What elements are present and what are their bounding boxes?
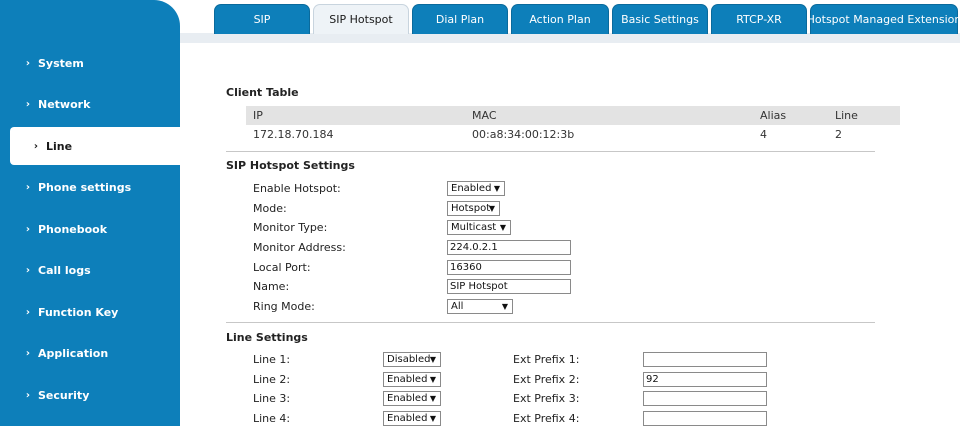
- sidebar-item-phonebook[interactable]: › Phonebook: [0, 210, 180, 248]
- ext-prefix-4-input[interactable]: [643, 411, 767, 426]
- select-value: Enabled: [451, 183, 492, 194]
- sidebar-item-application[interactable]: › Application: [0, 334, 180, 372]
- caret-down-icon: ▼: [499, 223, 506, 232]
- table-cell-mac: 00:a8:34:00:12:3b: [472, 128, 575, 141]
- select-value: Enabled: [387, 374, 428, 385]
- select-value: Multicast: [451, 222, 497, 233]
- enable-hotspot-label: Enable Hotspot:: [253, 182, 341, 195]
- enable-hotspot-select[interactable]: Enabled ▼: [447, 181, 505, 196]
- sidebar-item-label: Call logs: [38, 263, 91, 277]
- line-2-label: Line 2:: [253, 373, 291, 386]
- ext-prefix-1-label: Ext Prefix 1:: [513, 353, 580, 366]
- name-input[interactable]: SIP Hotspot: [447, 279, 571, 294]
- column-header-mac: MAC: [472, 109, 497, 122]
- line-3-select[interactable]: Enabled ▼: [383, 391, 441, 406]
- ext-prefix-3-input[interactable]: [643, 391, 767, 406]
- table-cell-ip: 172.18.70.184: [253, 128, 334, 141]
- select-value: All: [451, 301, 464, 312]
- chevron-right-icon: ›: [33, 140, 38, 152]
- page-root: › System › Network › Line › Phone settin…: [0, 0, 960, 426]
- hotspot-settings-title: SIP Hotspot Settings: [226, 159, 355, 172]
- line-4-select[interactable]: Enabled ▼: [383, 411, 441, 426]
- caret-down-icon: ▼: [488, 204, 495, 213]
- sidebar-item-label: Security: [38, 388, 90, 402]
- chevron-right-icon: ›: [25, 347, 30, 359]
- client-table-title: Client Table: [226, 86, 299, 99]
- sidebar-item-network[interactable]: › Network: [0, 85, 180, 123]
- select-value: Enabled: [387, 413, 428, 424]
- mode-select[interactable]: Hotspot ▼: [447, 201, 500, 216]
- caret-down-icon: ▼: [429, 414, 436, 423]
- chevron-right-icon: ›: [25, 389, 30, 401]
- caret-down-icon: ▼: [501, 302, 508, 311]
- column-header-alias: Alias: [760, 109, 787, 122]
- sidebar-item-label: Line: [46, 139, 73, 153]
- ext-prefix-2-input[interactable]: 92: [643, 372, 767, 387]
- sidebar-item-label: Function Key: [38, 305, 119, 319]
- table-cell-alias: 4: [760, 128, 767, 141]
- sidebar-item-label: Network: [38, 97, 91, 111]
- select-value: Disabled: [387, 354, 431, 365]
- sidebar-item-function-key[interactable]: › Function Key: [0, 293, 180, 331]
- sidebar-item-phone-settings[interactable]: › Phone settings: [0, 168, 180, 206]
- ext-prefix-3-label: Ext Prefix 3:: [513, 392, 580, 405]
- table-header: [246, 106, 900, 125]
- monitor-address-label: Monitor Address:: [253, 241, 346, 254]
- ext-prefix-4-label: Ext Prefix 4:: [513, 412, 580, 425]
- ring-mode-label: Ring Mode:: [253, 300, 315, 313]
- column-header-line: Line: [835, 109, 858, 122]
- line-4-label: Line 4:: [253, 412, 291, 425]
- monitor-type-label: Monitor Type:: [253, 221, 328, 234]
- sidebar-item-label: Phone settings: [38, 180, 132, 194]
- sidebar-item-line[interactable]: › Line: [10, 127, 180, 165]
- caret-down-icon: ▼: [493, 184, 500, 193]
- tab-basic-settings[interactable]: Basic Settings: [612, 4, 708, 34]
- line-1-label: Line 1:: [253, 353, 291, 366]
- sidebar-item-label: Application: [38, 346, 109, 360]
- chevron-right-icon: ›: [25, 264, 30, 276]
- ext-prefix-1-input[interactable]: [643, 352, 767, 367]
- tab-rtcp-xr[interactable]: RTCP-XR: [711, 4, 807, 34]
- chevron-right-icon: ›: [25, 223, 30, 235]
- column-header-ip: IP: [253, 109, 263, 122]
- sidebar-item-system[interactable]: › System: [0, 44, 180, 82]
- caret-down-icon: ▼: [429, 375, 436, 384]
- sidebar-item-label: System: [38, 56, 84, 70]
- tab-underline: [180, 33, 960, 43]
- tab-sip-hotspot[interactable]: SIP Hotspot: [313, 4, 409, 34]
- line-1-select[interactable]: Disabled ▼: [383, 352, 441, 367]
- sidebar-item-security[interactable]: › Security: [0, 376, 180, 414]
- divider: [226, 322, 875, 323]
- chevron-right-icon: ›: [25, 181, 30, 193]
- select-value: Hotspot: [451, 203, 491, 214]
- sidebar-item-label: Phonebook: [38, 222, 108, 236]
- tab-hotspot-managed-extension[interactable]: Hotspot Managed Extension: [807, 4, 960, 34]
- ring-mode-select[interactable]: All ▼: [447, 299, 513, 314]
- monitor-address-input[interactable]: 224.0.2.1: [447, 240, 571, 255]
- divider: [226, 151, 875, 152]
- line-settings-title: Line Settings: [226, 331, 308, 344]
- name-label: Name:: [253, 280, 290, 293]
- line-2-select[interactable]: Enabled ▼: [383, 372, 441, 387]
- caret-down-icon: ▼: [429, 355, 436, 364]
- select-value: Enabled: [387, 393, 428, 404]
- table-cell-line: 2: [835, 128, 842, 141]
- tab-sip[interactable]: SIP: [214, 4, 310, 34]
- mode-label: Mode:: [253, 202, 287, 215]
- chevron-right-icon: ›: [25, 57, 30, 69]
- line-3-label: Line 3:: [253, 392, 291, 405]
- sidebar-item-call-logs[interactable]: › Call logs: [0, 251, 180, 289]
- sidebar: › System › Network › Line › Phone settin…: [0, 0, 180, 426]
- tab-action-plan[interactable]: Action Plan: [511, 4, 609, 34]
- caret-down-icon: ▼: [429, 394, 436, 403]
- monitor-type-select[interactable]: Multicast ▼: [447, 220, 511, 235]
- chevron-right-icon: ›: [25, 306, 30, 318]
- local-port-label: Local Port:: [253, 261, 311, 274]
- local-port-input[interactable]: 16360: [447, 260, 571, 275]
- tab-dial-plan[interactable]: Dial Plan: [412, 4, 508, 34]
- chevron-right-icon: ›: [25, 98, 30, 110]
- ext-prefix-2-label: Ext Prefix 2:: [513, 373, 580, 386]
